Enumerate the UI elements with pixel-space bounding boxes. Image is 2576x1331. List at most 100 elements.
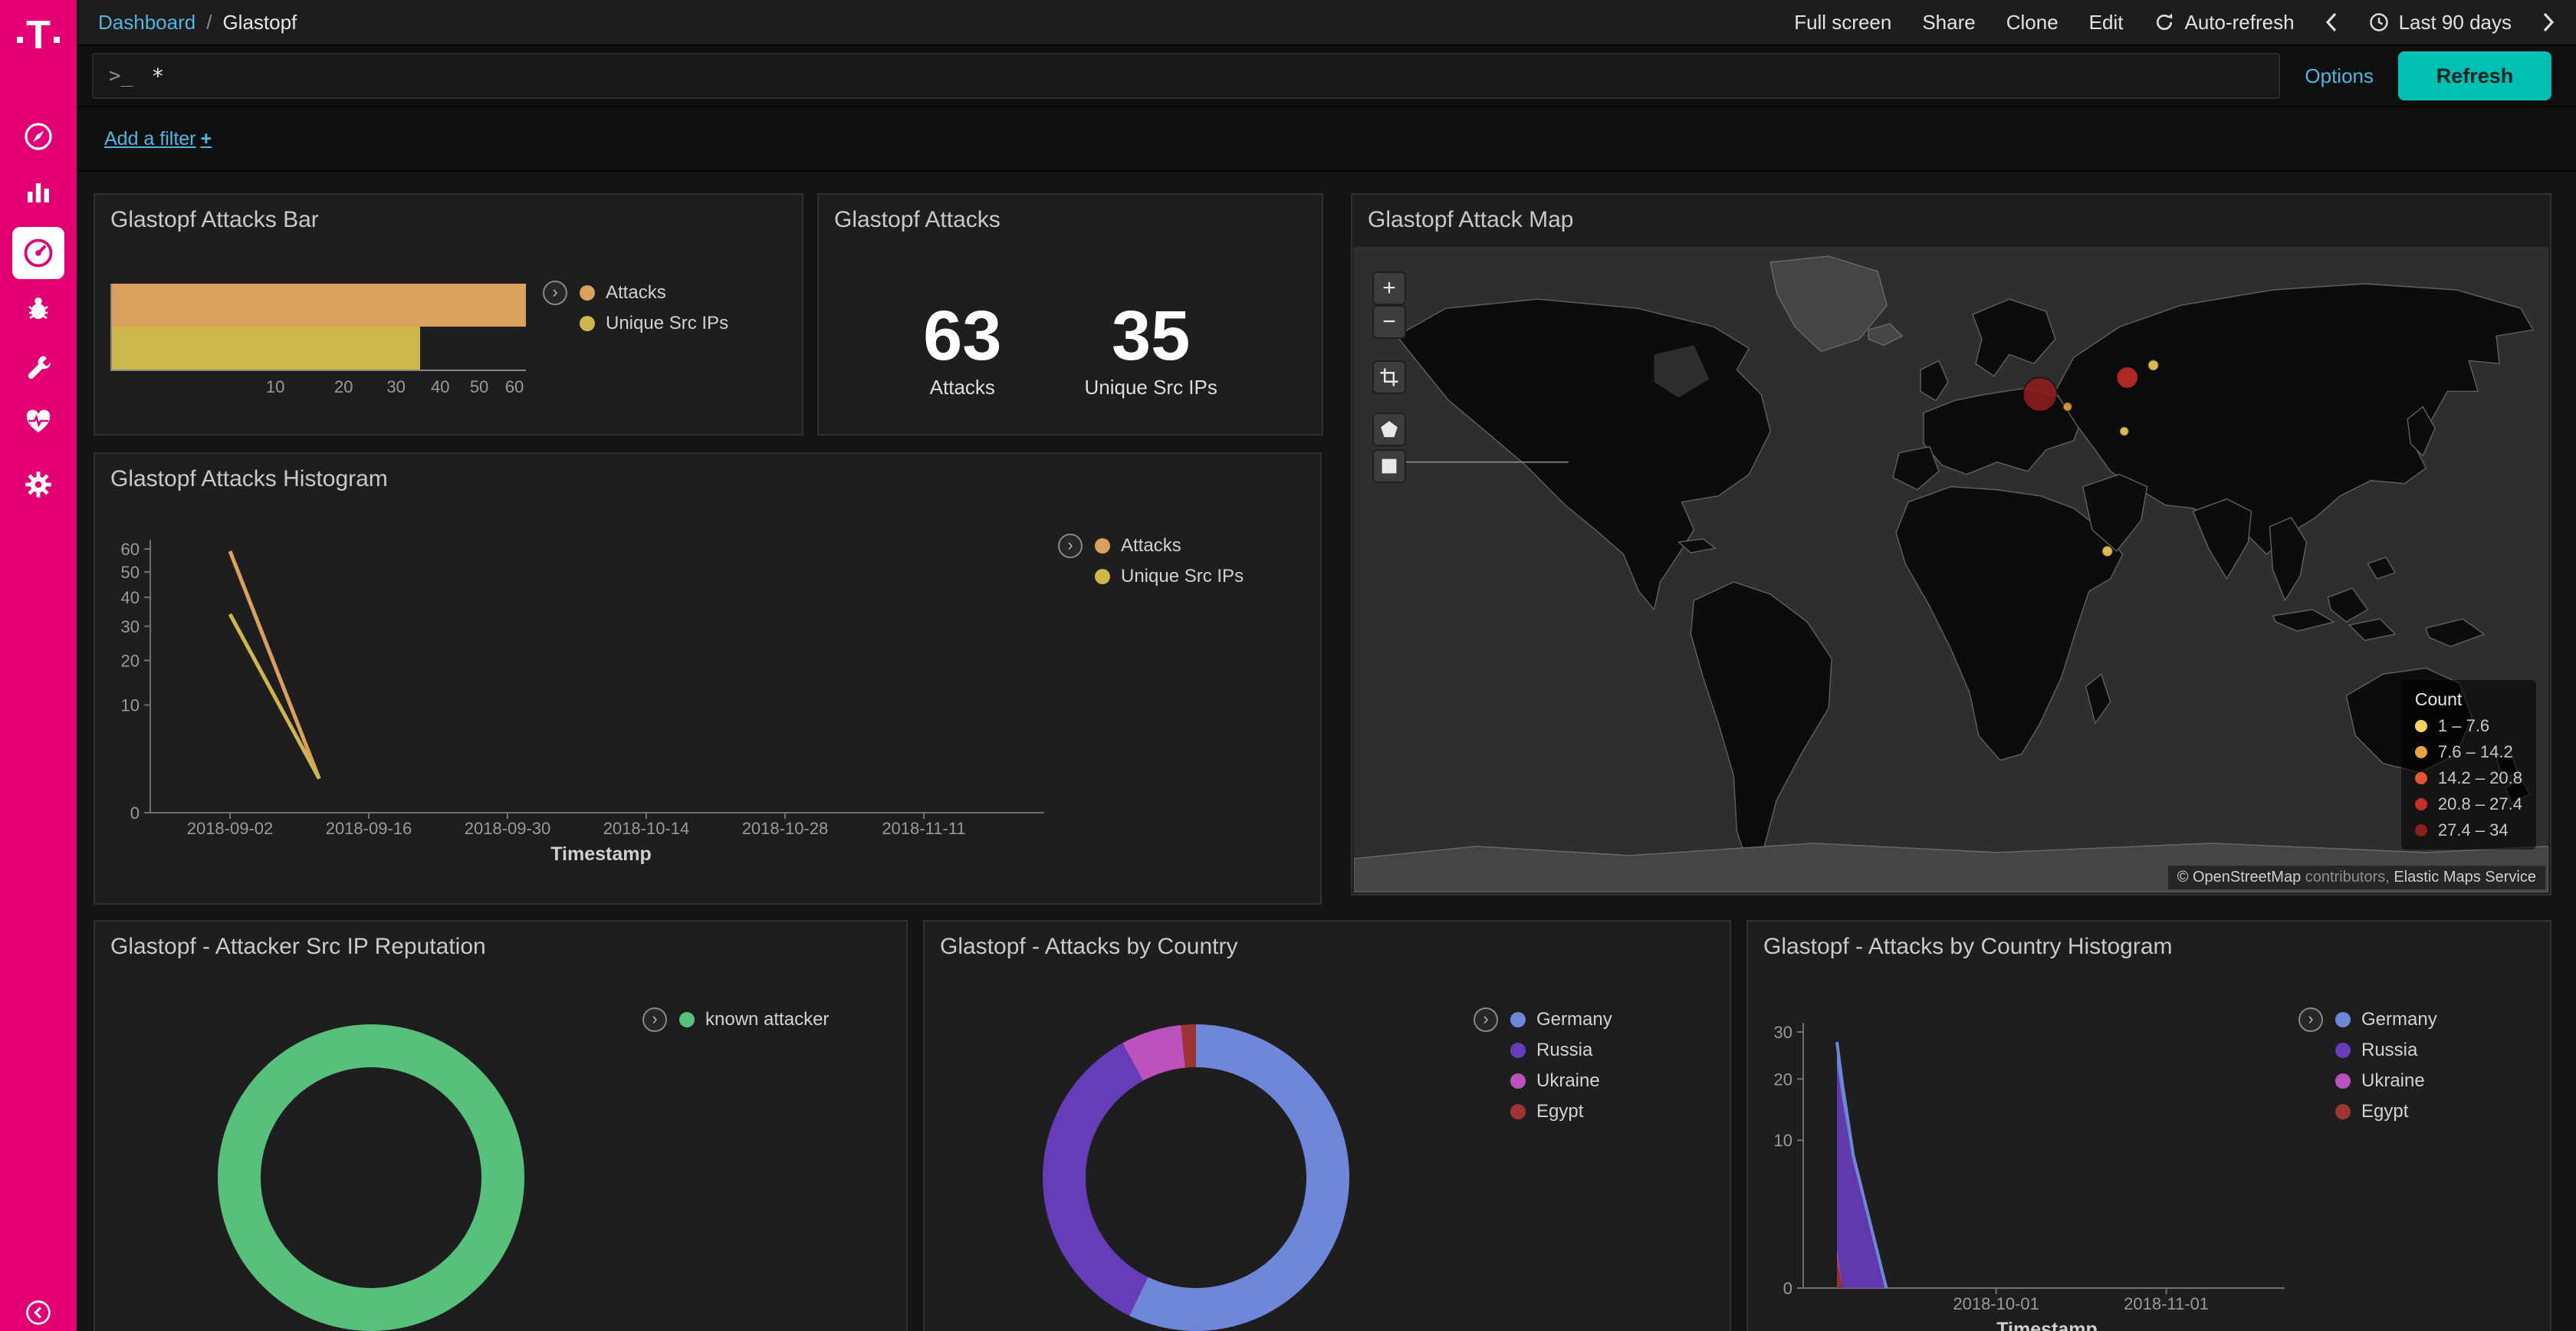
- legend-toggle[interactable]: ›: [2298, 1007, 2323, 1032]
- sidebar-item-discover[interactable]: [0, 121, 77, 152]
- legend-item[interactable]: 14.2 – 20.8: [2415, 768, 2522, 788]
- horizontal-bar-chart[interactable]: 102030405060: [110, 284, 526, 397]
- legend-swatch: [1510, 1012, 1526, 1027]
- attack-marker[interactable]: [2023, 377, 2057, 411]
- legend-item[interactable]: Unique Src IPs: [580, 313, 728, 334]
- search-query-input[interactable]: >_ *: [92, 53, 2280, 99]
- x-axis-label: 2018-09-30: [465, 819, 551, 838]
- legend-label[interactable]: Unique Src IPs: [1121, 566, 1244, 587]
- auto-refresh-button[interactable]: Auto-refresh: [2154, 11, 2294, 35]
- legend-label[interactable]: Russia: [2361, 1040, 2417, 1061]
- breadcrumb-dashboard-link[interactable]: Dashboard: [98, 11, 196, 35]
- legend-item[interactable]: Ukraine: [2335, 1070, 2437, 1092]
- zoom-out-button[interactable]: −: [1372, 305, 1406, 339]
- time-picker-button[interactable]: Last 90 days: [2368, 11, 2512, 35]
- time-forward-button[interactable]: [2542, 12, 2555, 32]
- refresh-button[interactable]: Refresh: [2398, 51, 2551, 100]
- bar-segment[interactable]: [112, 327, 420, 370]
- osm-attribution-link[interactable]: © OpenStreetMap: [2177, 869, 2301, 886]
- legend-label[interactable]: 14.2 – 20.8: [2438, 768, 2522, 788]
- legend-item[interactable]: Egypt: [2335, 1101, 2437, 1122]
- legend-label[interactable]: 20.8 – 27.4: [2438, 794, 2522, 814]
- legend-item[interactable]: Russia: [1510, 1040, 1612, 1061]
- x-axis-label: 2018-10-14: [603, 819, 690, 838]
- donut-hole: [1086, 1067, 1306, 1288]
- crop-tool-button[interactable]: [1372, 360, 1406, 394]
- legend-item[interactable]: Egypt: [1510, 1101, 1612, 1122]
- sidebar-item-monitoring[interactable]: [0, 406, 77, 437]
- legend-item[interactable]: 20.8 – 27.4: [2415, 794, 2522, 814]
- legend-item[interactable]: 27.4 – 34: [2415, 820, 2522, 840]
- legend-swatch: [2415, 746, 2427, 758]
- legend-item[interactable]: Germany: [2335, 1009, 2437, 1030]
- attack-marker[interactable]: [2063, 402, 2072, 411]
- legend-toggle[interactable]: ›: [543, 281, 567, 305]
- line-series[interactable]: [230, 614, 319, 779]
- bar-segment[interactable]: [112, 284, 526, 327]
- legend-label[interactable]: Egypt: [2361, 1101, 2408, 1122]
- legend-label[interactable]: Unique Src IPs: [606, 313, 728, 334]
- add-filter-link[interactable]: Add a filter+: [104, 128, 212, 150]
- collapse-nav-button[interactable]: [0, 1299, 77, 1326]
- attack-marker[interactable]: [2117, 366, 2138, 388]
- polygon-draw-button[interactable]: [1372, 412, 1406, 446]
- options-link[interactable]: Options: [2305, 64, 2374, 88]
- panel-title: Glastopf Attack Map: [1352, 195, 2550, 233]
- attack-marker[interactable]: [2102, 546, 2113, 557]
- edit-button[interactable]: Edit: [2089, 11, 2124, 35]
- legend-label[interactable]: Egypt: [1536, 1101, 1583, 1122]
- legend-swatch: [580, 316, 595, 331]
- legend-label[interactable]: Attacks: [606, 282, 666, 304]
- share-button[interactable]: Share: [1922, 11, 1975, 35]
- legend-label[interactable]: 27.4 – 34: [2438, 820, 2509, 840]
- legend-toggle[interactable]: ›: [642, 1007, 667, 1032]
- legend-item[interactable]: Ukraine: [1510, 1070, 1612, 1092]
- line-series[interactable]: [230, 551, 319, 779]
- clock-icon: [2368, 12, 2390, 33]
- legend-label[interactable]: Russia: [1536, 1040, 1592, 1061]
- legend-item[interactable]: Russia: [2335, 1040, 2437, 1061]
- zoom-in-button[interactable]: +: [1372, 271, 1406, 305]
- legend-label[interactable]: Germany: [1536, 1009, 1612, 1030]
- rectangle-draw-button[interactable]: [1372, 449, 1406, 483]
- time-back-button[interactable]: [2325, 12, 2338, 32]
- sideb​ar-item-dashboard-active[interactable]: [12, 227, 64, 279]
- clone-button[interactable]: Clone: [2006, 11, 2058, 35]
- legend-item[interactable]: known attacker: [679, 1009, 829, 1030]
- country-donut-chart[interactable]: [1043, 1024, 1349, 1331]
- legend-label[interactable]: Ukraine: [2361, 1070, 2425, 1092]
- sidebar-item-management[interactable]: [0, 469, 77, 500]
- legend-item[interactable]: 1 – 7.6: [2415, 716, 2522, 736]
- legend-label[interactable]: 7.6 – 14.2: [2438, 742, 2513, 762]
- map-count-legend: Count 1 – 7.67.6 – 14.214.2 – 20.820.8 –…: [2401, 680, 2536, 850]
- sidebar-item-visualize[interactable]: [0, 176, 77, 207]
- full-screen-button[interactable]: Full screen: [1794, 11, 1891, 35]
- elastic-maps-attribution-link[interactable]: Elastic Maps Service: [2394, 869, 2536, 886]
- panel-title: Glastopf Attacks: [819, 195, 1322, 233]
- legend-toggle[interactable]: ›: [1474, 1007, 1498, 1032]
- legend-item[interactable]: Attacks: [580, 282, 728, 304]
- legend-label[interactable]: Germany: [2361, 1009, 2437, 1030]
- legend-label[interactable]: known attacker: [705, 1009, 829, 1030]
- legend-item[interactable]: Germany: [1510, 1009, 1612, 1030]
- sidebar-item-dev-tools[interactable]: [0, 353, 77, 383]
- telekom-logo[interactable]: T: [0, 15, 77, 55]
- legend-item[interactable]: 7.6 – 14.2: [2415, 742, 2522, 762]
- area-chart[interactable]: 01020302018-10-012018-11-01Timestamp: [1748, 922, 2551, 1331]
- legend-label[interactable]: 1 – 7.6: [2438, 716, 2489, 736]
- reputation-donut-chart[interactable]: [218, 1024, 524, 1331]
- legend-label[interactable]: Ukraine: [1536, 1070, 1600, 1092]
- world-map[interactable]: + − Count 1 – 7.67.6 – 14.214.: [1354, 247, 2548, 892]
- sidebar-item-timelion[interactable]: [0, 293, 77, 324]
- y-axis-label: 40: [121, 588, 140, 607]
- legend-swatch: [2415, 720, 2427, 732]
- line-chart[interactable]: 01020304050602018-09-022018-09-162018-09…: [95, 454, 1322, 905]
- legend-label[interactable]: Attacks: [1121, 535, 1181, 557]
- attack-marker[interactable]: [2120, 427, 2129, 436]
- legend-toggle[interactable]: ›: [1058, 534, 1083, 558]
- legend-swatch: [1095, 569, 1110, 584]
- legend-item[interactable]: Unique Src IPs: [1095, 566, 1244, 587]
- chevron-right-icon: [2542, 12, 2555, 32]
- legend-item[interactable]: Attacks: [1095, 535, 1244, 557]
- attack-marker[interactable]: [2148, 360, 2159, 370]
